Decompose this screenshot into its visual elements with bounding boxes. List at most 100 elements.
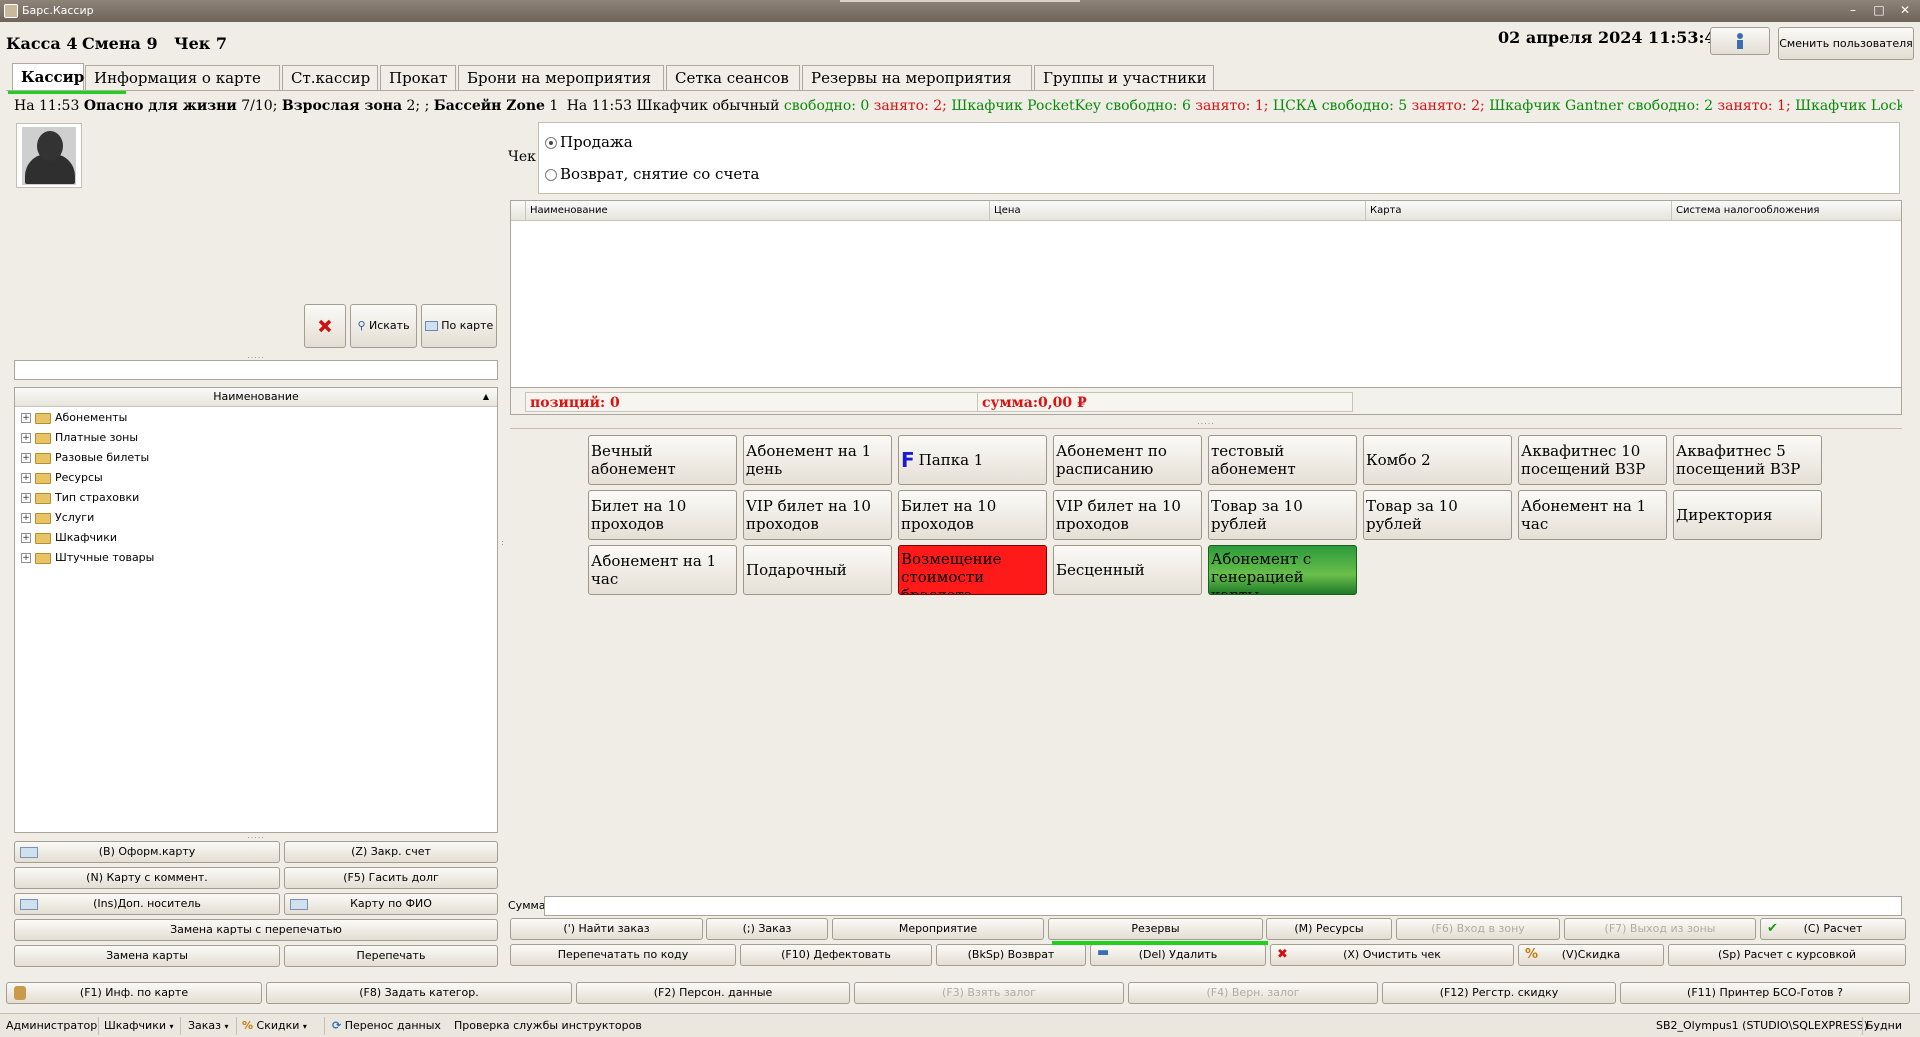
tile-product[interactable]: Товар за 10 рублей — [1363, 490, 1512, 540]
delete-button[interactable]: ▬ (Del) Удалить — [1090, 944, 1266, 966]
f12-register-discount-button[interactable]: (F12) Регстр. скидку — [1382, 982, 1616, 1004]
column-card[interactable]: Карта — [1365, 201, 1671, 221]
issue-card-button[interactable]: (B) Оформ.карту — [14, 841, 280, 863]
minimize-button[interactable]: – — [1840, 2, 1866, 19]
card-icon — [20, 847, 38, 858]
left-bottom-splitter[interactable]: ..... — [14, 832, 498, 840]
find-order-button[interactable]: (') Найти заказ — [510, 918, 703, 940]
column-name[interactable]: Наименование — [525, 201, 989, 221]
tab-kassir[interactable]: Кассир — [12, 63, 84, 90]
order-menu[interactable]: Заказ ▾ — [188, 1019, 229, 1032]
tree-item[interactable]: + Тип страховки — [15, 488, 497, 508]
product-menu: Вечный абонемент Абонемент на 1 день F Па… — [510, 428, 1902, 868]
f11-printer-button[interactable]: (F11) Принтер БСО-Готов ? — [1620, 982, 1910, 1004]
tile-product[interactable]: Билет на 10 проходов — [898, 490, 1047, 540]
reserves-button[interactable]: Резервы — [1048, 918, 1263, 940]
replace-card-reprint-button[interactable]: Замена карты с перепечатью — [14, 919, 498, 941]
return-radio[interactable]: Возврат, снятие со счета — [545, 165, 760, 183]
close-bill-button[interactable]: (Z) Закр. счет — [284, 841, 498, 863]
zone-entry-button[interactable]: (F6) Вход в зону — [1396, 918, 1560, 940]
tile-product[interactable]: Товар за 10 рублей — [1208, 490, 1357, 540]
order-button[interactable]: (;) Заказ — [706, 918, 828, 940]
resources-button[interactable]: (M) Ресурсы — [1266, 918, 1392, 940]
tile-product[interactable]: Абонемент по расписанию — [1053, 435, 1202, 485]
tile-product[interactable]: Аквафитнес 10 посещений ВЗР — [1518, 435, 1667, 485]
tile-product[interactable]: VIP билет на 10 проходов — [1053, 490, 1202, 540]
tree-header[interactable]: Наименование ▲ — [15, 388, 497, 407]
user-info-button[interactable] — [1710, 27, 1770, 55]
expand-icon: + — [21, 413, 31, 423]
defect-button[interactable]: (F10) Дефектовать — [740, 944, 932, 966]
tab-senior-cashier[interactable]: Ст.кассир — [282, 65, 378, 90]
tile-product[interactable]: Абонемент на 1 час — [588, 545, 737, 595]
tree-item[interactable]: + Абонементы — [15, 408, 497, 428]
tile-product[interactable]: Подарочный — [743, 545, 892, 595]
sale-radio[interactable]: Продажа — [545, 133, 633, 151]
f8-set-category-button[interactable]: (F8) Задать категор. — [266, 982, 572, 1004]
discount-button[interactable]: % (V)Скидка — [1518, 944, 1664, 966]
tree-item[interactable]: + Ресурсы — [15, 468, 497, 488]
change-user-button[interactable]: Сменить пользователя — [1778, 27, 1914, 60]
tree-item[interactable]: + Штучные товары — [15, 548, 497, 568]
clear-check-button[interactable]: ✖ (X) Очистить чек — [1270, 944, 1514, 966]
tile-product[interactable]: тестовый абонемент — [1208, 435, 1357, 485]
check-items-table[interactable]: Наименование Цена Карта Система налогооб… — [510, 200, 1902, 390]
search-by-card-button[interactable]: По карте — [421, 304, 497, 348]
right-splitter[interactable]: ..... — [510, 418, 1902, 426]
tile-product[interactable]: VIP билет на 10 проходов — [743, 490, 892, 540]
maximize-button[interactable]: □ — [1866, 2, 1892, 19]
tile-product-green[interactable]: Абонемент с генерацией карты — [1208, 545, 1357, 595]
search-button[interactable]: ⚲ Искать — [350, 304, 417, 348]
expand-icon: + — [21, 493, 31, 503]
f1-card-info-button[interactable]: (F1) Инф. по карте — [6, 982, 262, 1004]
tree-item[interactable]: + Шкафчики — [15, 528, 497, 548]
tile-product[interactable]: Абонемент на 1 час — [1518, 490, 1667, 540]
data-transfer-button[interactable]: ⟳ Перенос данных — [332, 1019, 441, 1032]
tab-baseline — [6, 90, 1914, 91]
card-with-comment-button[interactable]: (N) Карту с коммент. — [14, 867, 280, 889]
pay-debt-button[interactable]: (F5) Гасить долг — [284, 867, 498, 889]
tree-item[interactable]: + Услуги — [15, 508, 497, 528]
clear-search-button[interactable] — [304, 304, 346, 348]
f2-personal-data-button[interactable]: (F2) Персон. данные — [576, 982, 850, 1004]
amount-input[interactable] — [544, 896, 1902, 916]
reprint-button[interactable]: Перепечать — [284, 945, 498, 967]
discounts-menu[interactable]: % Скидки ▾ — [242, 1019, 307, 1032]
tile-folder[interactable]: F Папка 1 — [898, 435, 1047, 485]
zone-exit-button[interactable]: (F7) Выход из зоны — [1564, 918, 1756, 940]
tile-product[interactable]: Билет на 10 проходов — [588, 490, 737, 540]
lockers-menu[interactable]: Шкафчики ▾ — [104, 1019, 174, 1032]
tile-product[interactable]: Вечный абонемент — [588, 435, 737, 485]
tab-event-bookings[interactable]: Брони на мероприятия — [458, 65, 664, 90]
f4-return-deposit-button[interactable]: (F4) Верн. залог — [1128, 982, 1378, 1004]
tile-product[interactable]: Комбо 2 — [1363, 435, 1512, 485]
tab-groups[interactable]: Группы и участники — [1034, 65, 1214, 90]
card-by-name-button[interactable]: Карту по ФИО — [284, 893, 498, 915]
tree-item[interactable]: + Платные зоны — [15, 428, 497, 448]
vertical-splitter[interactable]: : — [500, 539, 506, 560]
tab-session-grid[interactable]: Сетка сеансов — [666, 65, 800, 90]
reprint-by-code-button[interactable]: Перепечатать по коду — [510, 944, 736, 966]
tab-event-reserves[interactable]: Резервы на мероприятия — [802, 65, 1032, 90]
tree-item[interactable]: + Разовые билеты — [15, 448, 497, 468]
close-button[interactable]: ✕ — [1892, 2, 1918, 19]
tile-product-red[interactable]: Возмещение стоимости браслета — [898, 545, 1047, 595]
tile-directory[interactable]: Директория — [1673, 490, 1822, 540]
tile-product[interactable]: Бесценный — [1053, 545, 1202, 595]
column-tax-system[interactable]: Система налогообложения — [1671, 201, 1901, 221]
tile-product[interactable]: Аквафитнес 5 посещений ВЗР — [1673, 435, 1822, 485]
payment-with-course-button[interactable]: (Sp) Расчет с курсовкой — [1668, 944, 1906, 966]
payment-button[interactable]: ✔ (C) Расчет — [1760, 918, 1906, 940]
left-splitter[interactable]: ..... — [14, 352, 498, 360]
event-button[interactable]: Мероприятие — [832, 918, 1044, 940]
column-price[interactable]: Цена — [989, 201, 1365, 221]
f3-take-deposit-button[interactable]: (F3) Взять залог — [854, 982, 1124, 1004]
return-button[interactable]: (BkSp) Возврат — [936, 944, 1086, 966]
tile-product[interactable]: Абонемент на 1 день — [743, 435, 892, 485]
tab-rental[interactable]: Прокат — [380, 65, 456, 90]
replace-card-button[interactable]: Замена карты — [14, 945, 280, 967]
product-search-input[interactable] — [14, 360, 498, 380]
extra-carrier-button[interactable]: (Ins)Доп. носитель — [14, 893, 280, 915]
radio-selected-icon — [545, 137, 557, 149]
tab-card-info[interactable]: Информация о карте — [85, 65, 280, 90]
